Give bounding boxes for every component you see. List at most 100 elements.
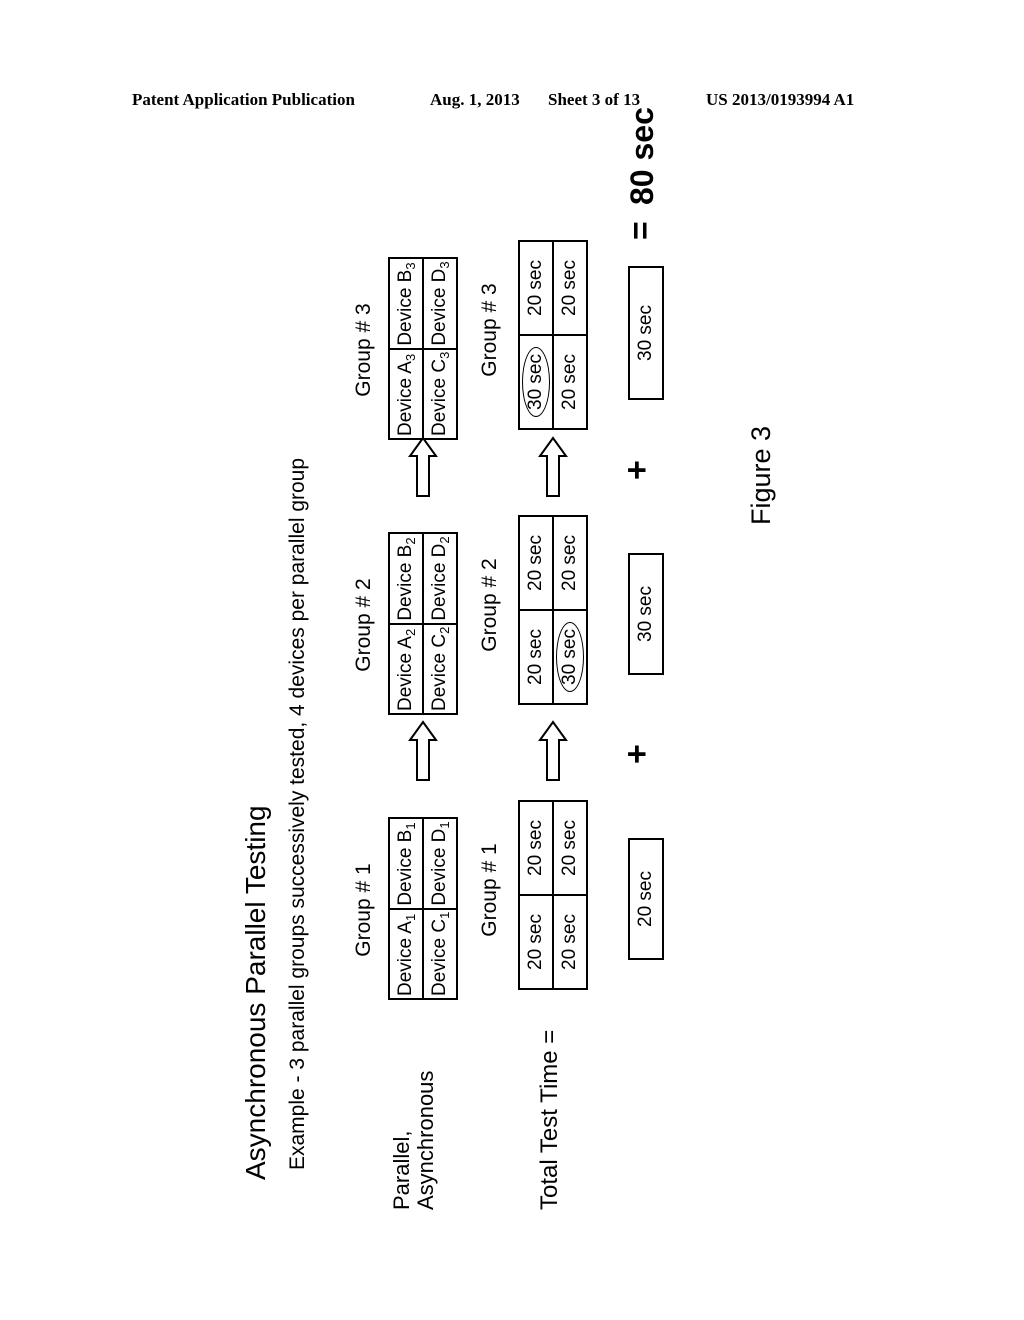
- figure-label: Figure 3: [746, 425, 776, 525]
- header-patent-number: US 2013/0193994 A1: [706, 90, 855, 109]
- circled-longest-time: 30 sec: [556, 622, 584, 692]
- right-arrow-icon: [408, 720, 438, 781]
- time-grid: 30 sec 20 sec 20 sec 20 sec: [518, 240, 588, 430]
- time-value: 20 sec: [525, 260, 546, 316]
- device-letter: D: [428, 543, 450, 558]
- device-cell: Device D3: [423, 258, 457, 349]
- device-subscript: 1: [402, 913, 418, 921]
- equals-sign: =: [622, 221, 658, 240]
- time-cell: 20 sec: [553, 516, 587, 610]
- device-word: Device: [394, 847, 416, 906]
- time-cell: 20 sec: [553, 801, 587, 895]
- time-cell: 30 sec: [519, 335, 553, 429]
- group-label-times: Group # 2: [478, 558, 501, 652]
- figure-3-diagram: Asynchronous Parallel Testing Example - …: [240, 107, 800, 1240]
- device-grid: Device A1 Device B1 Device C1 Device D1: [388, 817, 458, 1000]
- device-letter: A: [394, 921, 416, 934]
- header-date: Aug. 1, 2013: [430, 90, 520, 109]
- group-label-times: Group # 1: [478, 843, 501, 937]
- time-value: 20 sec: [525, 914, 546, 970]
- plus-sign: +: [618, 460, 656, 480]
- diagram-title: Asynchronous Parallel Testing: [240, 805, 271, 1180]
- device-cell: Device B2: [389, 533, 423, 624]
- time-value: 20 sec: [559, 354, 580, 410]
- device-cell: Device B3: [389, 258, 423, 349]
- device-letter: D: [428, 268, 450, 283]
- group-label-devices: Group # 2: [352, 578, 375, 672]
- time-grid: 20 sec 20 sec 30 sec 20 sec: [518, 515, 588, 705]
- device-cell: Device B1: [389, 818, 423, 909]
- time-value: 20 sec: [525, 535, 546, 591]
- right-arrow-icon: [538, 720, 568, 781]
- device-word: Device: [394, 287, 416, 346]
- group-label-devices: Group # 1: [352, 863, 375, 957]
- device-word: Device: [428, 562, 450, 621]
- device-word: Device: [428, 287, 450, 346]
- device-subscript: 2: [402, 628, 418, 636]
- device-letter: A: [394, 636, 416, 649]
- device-subscript: 2: [436, 626, 452, 634]
- time-value: 20 sec: [559, 535, 580, 591]
- time-value: 20 sec: [559, 914, 580, 970]
- device-word: Device: [428, 652, 450, 711]
- device-word: Device: [394, 652, 416, 711]
- diagram-subtitle: Example - 3 parallel groups successively…: [286, 457, 309, 1170]
- total-time: 80 sec: [624, 107, 660, 205]
- device-word: Device: [428, 937, 450, 996]
- device-cell: Device C2: [423, 623, 457, 714]
- time-cell: 20 sec: [519, 801, 553, 895]
- time-cell: 20 sec: [519, 241, 553, 335]
- group-label-times: Group # 3: [478, 283, 501, 377]
- device-letter: C: [428, 918, 450, 933]
- device-subscript: 3: [436, 261, 452, 269]
- device-cell: Device C1: [423, 908, 457, 999]
- device-letter: B: [394, 544, 416, 558]
- time-cell: 20 sec: [553, 241, 587, 335]
- right-arrow-icon: [408, 436, 438, 497]
- device-grid: Device A2 Device B2 Device C2 Device D2: [388, 532, 458, 715]
- group-time-box: 30 sec: [628, 266, 664, 400]
- time-cell: 20 sec: [553, 895, 587, 989]
- device-cell: Device D1: [423, 818, 457, 909]
- group-label-devices: Group # 3: [352, 303, 375, 397]
- time-grid: 20 sec 20 sec 20 sec 20 sec: [518, 800, 588, 990]
- header-publication: Patent Application Publication: [132, 90, 355, 109]
- device-subscript: 2: [436, 536, 452, 544]
- device-cell: Device C3: [423, 348, 457, 439]
- device-subscript: 1: [436, 821, 452, 829]
- device-subscript: 1: [436, 911, 452, 919]
- device-subscript: 3: [402, 353, 418, 361]
- row-label-total-test-time: Total Test Time =: [536, 1029, 563, 1210]
- device-grid: Device A3 Device B3 Device C3 Device D3: [388, 257, 458, 440]
- time-value: 20 sec: [559, 260, 580, 316]
- time-cell: 30 sec: [553, 610, 587, 704]
- device-letter: D: [428, 828, 450, 843]
- time-cell: 20 sec: [519, 516, 553, 610]
- device-letter: A: [394, 361, 416, 374]
- device-word: Device: [394, 377, 416, 436]
- device-letter: B: [394, 829, 416, 843]
- device-word: Device: [394, 562, 416, 621]
- device-subscript: 1: [402, 822, 418, 830]
- device-word: Device: [394, 937, 416, 996]
- device-subscript: 3: [402, 262, 418, 270]
- time-cell: 20 sec: [553, 335, 587, 429]
- time-value: 20 sec: [525, 820, 546, 876]
- plus-sign: +: [618, 744, 656, 764]
- device-cell: Device A3: [389, 348, 423, 439]
- device-subscript: 2: [402, 537, 418, 545]
- group-time-box: 30 sec: [628, 553, 664, 675]
- row-label-parallel-async: Parallel, Asynchronous: [389, 1071, 438, 1210]
- device-word: Device: [428, 377, 450, 436]
- device-subscript: 3: [436, 351, 452, 359]
- device-word: Device: [428, 847, 450, 906]
- device-letter: C: [428, 358, 450, 373]
- time-cell: 20 sec: [519, 610, 553, 704]
- time-value: 20 sec: [559, 820, 580, 876]
- time-value: 20 sec: [525, 629, 546, 685]
- row-label-line1: Parallel,: [389, 1130, 414, 1210]
- group-time-box: 20 sec: [628, 838, 664, 960]
- device-cell: Device D2: [423, 533, 457, 624]
- device-cell: Device A2: [389, 623, 423, 714]
- device-letter: B: [394, 269, 416, 283]
